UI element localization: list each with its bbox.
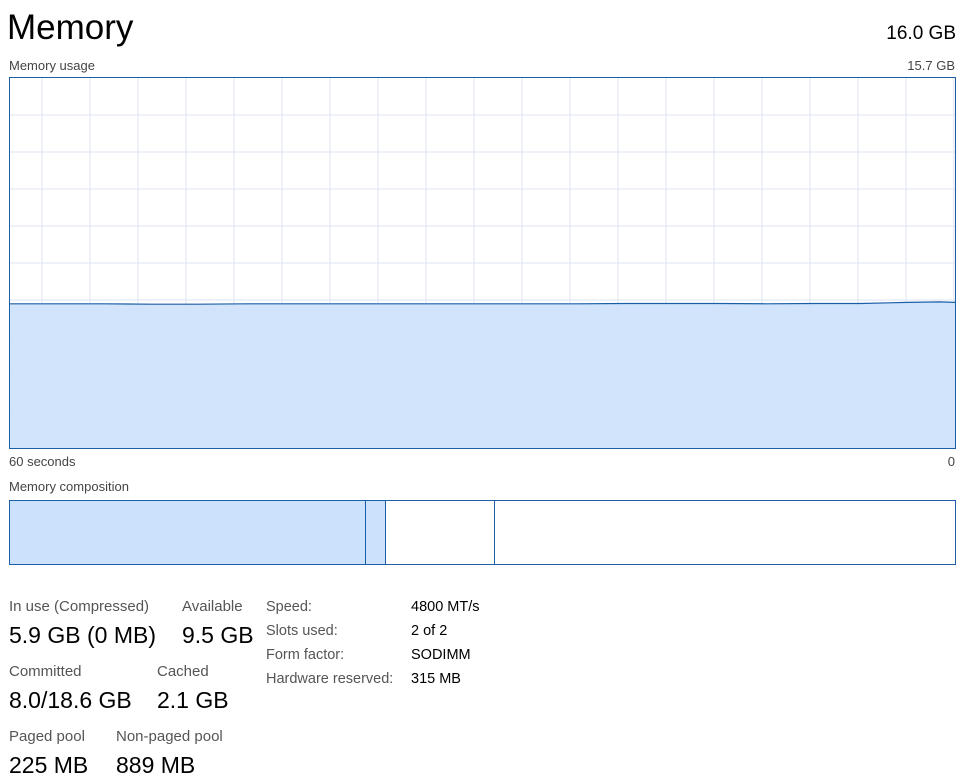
memory-composition-label: Memory composition: [9, 479, 129, 494]
available-value: 9.5 GB: [182, 622, 254, 648]
speed-value: 4800 MT/s: [411, 599, 480, 615]
memory-usage-label: Memory usage: [9, 58, 95, 73]
composition-standby-segment[interactable]: [386, 501, 495, 564]
slots-used-value: 2 of 2: [411, 623, 448, 639]
memory-usage-graph: [9, 77, 956, 449]
total-memory: 16.0 GB: [886, 23, 956, 44]
committed-value: 8.0/18.6 GB: [9, 687, 132, 713]
in-use-label: In use (Compressed): [9, 598, 150, 615]
composition-modified-segment[interactable]: [366, 501, 386, 564]
memory-usage-chart: [10, 78, 955, 448]
available-label: Available: [182, 598, 243, 615]
graph-time-end: 0: [947, 454, 955, 469]
form-factor-value: SODIMM: [411, 647, 471, 663]
nonpaged-pool-label: Non-paged pool: [116, 728, 223, 745]
speed-label: Speed:: [266, 599, 312, 615]
composition-free-segment[interactable]: [495, 501, 955, 564]
hardware-reserved-label: Hardware reserved:: [266, 671, 394, 687]
cached-label: Cached: [157, 663, 209, 680]
memory-composition-bar: [9, 500, 956, 565]
page-title: Memory: [7, 8, 134, 47]
cached-value: 2.1 GB: [157, 687, 229, 713]
composition-in-use-segment[interactable]: [10, 501, 366, 564]
usage-area: [10, 301, 955, 448]
nonpaged-pool-value: 889 MB: [116, 752, 196, 778]
in-use-value: 5.9 GB (0 MB): [9, 622, 156, 648]
graph-time-start: 60 seconds: [9, 454, 76, 469]
usage-line: [10, 301, 955, 305]
paged-pool-value: 225 MB: [9, 752, 89, 778]
committed-label: Committed: [9, 663, 82, 680]
paged-pool-label: Paged pool: [9, 728, 85, 745]
form-factor-label: Form factor:: [266, 647, 345, 663]
slots-used-label: Slots used:: [266, 623, 338, 639]
hardware-reserved-value: 315 MB: [411, 671, 461, 687]
memory-usage-max: 15.7 GB: [907, 58, 955, 73]
